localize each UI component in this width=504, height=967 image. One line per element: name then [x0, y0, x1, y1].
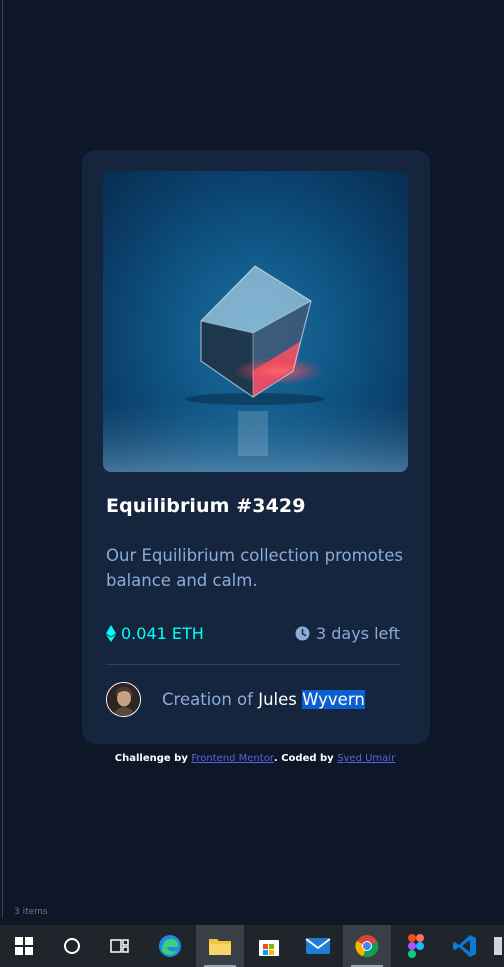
card-title[interactable]: Equilibrium #3429 — [106, 495, 306, 517]
card-description: Our Equilibrium collection promotes bala… — [106, 546, 403, 590]
edge-icon[interactable] — [146, 925, 194, 967]
cortana-icon[interactable] — [48, 925, 96, 967]
creator-last-name: Wyvern — [302, 689, 365, 709]
equilibrium-image[interactable] — [103, 171, 408, 472]
file-explorer-icon[interactable] — [196, 925, 244, 967]
windows-start-icon[interactable] — [0, 925, 48, 967]
creator-link[interactable]: Jules Wyvern — [258, 689, 365, 709]
attribution-coded-prefix: . Coded by — [273, 753, 338, 764]
windows-taskbar — [0, 925, 504, 967]
time-left: 3 days left — [295, 620, 400, 646]
clock-icon — [295, 626, 310, 640]
attribution: Challenge by Frontend Mentor. Coded by S… — [3, 753, 504, 764]
chrome-icon[interactable] — [343, 925, 391, 967]
task-view-icon[interactable] — [96, 925, 144, 967]
item-count: 3 items — [14, 907, 48, 917]
frontend-mentor-link[interactable]: Frontend Mentor — [191, 753, 274, 764]
ethereum-icon — [106, 624, 116, 642]
overflow-app-icon[interactable] — [490, 925, 504, 967]
mail-icon[interactable] — [294, 925, 342, 967]
microsoft-store-icon[interactable] — [245, 925, 293, 967]
browser-viewport: Equilibrium #3429 Our Equilibrium collec… — [2, 0, 504, 918]
creator-label: Creation of Jules Wyvern — [162, 689, 365, 709]
nft-card: Equilibrium #3429 Our Equilibrium collec… — [82, 150, 430, 744]
vscode-icon[interactable] — [441, 925, 489, 967]
creator-row: Creation of Jules Wyvern — [106, 680, 365, 718]
avatar-portrait — [107, 682, 140, 716]
creator-first-name: Jules — [258, 689, 297, 709]
creator-avatar — [106, 681, 141, 717]
explorer-status-stub: 3 items — [0, 905, 504, 919]
figma-icon[interactable] — [392, 925, 440, 967]
price-value: 0.041 ETH — [121, 623, 204, 643]
card-divider — [106, 664, 400, 665]
attribution-challenge-prefix: Challenge by — [114, 753, 192, 764]
time-left-value: 3 days left — [315, 623, 400, 643]
creator-prefix: Creation of — [162, 689, 259, 709]
glass-cube-illustration — [103, 265, 408, 472]
author-link[interactable]: Syed Umair — [337, 753, 395, 764]
price: 0.041 ETH — [106, 620, 204, 646]
